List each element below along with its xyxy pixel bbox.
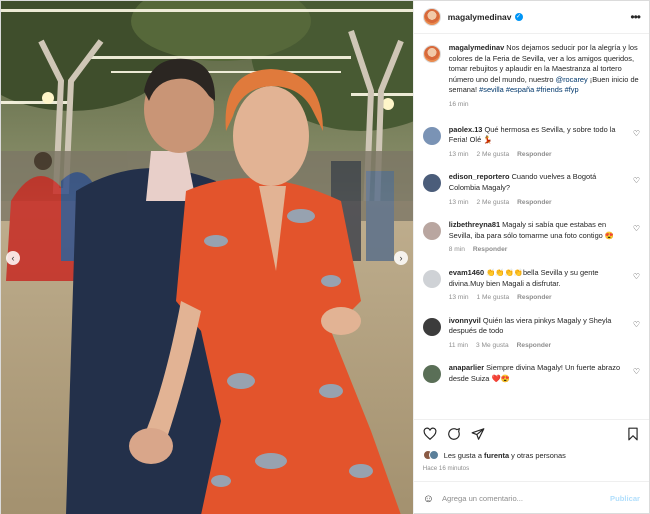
commenter-avatar[interactable] bbox=[422, 317, 441, 336]
reply-button[interactable]: Responder bbox=[517, 294, 551, 301]
commenter-avatar[interactable] bbox=[422, 269, 441, 288]
comments-list[interactable]: magalymedinav Nos dejamos seducir por la… bbox=[414, 34, 649, 419]
comment-item: evam1460 👏👏👏👏bella Sevilla y su gente di… bbox=[422, 268, 640, 304]
author-username[interactable]: magalymedinav bbox=[448, 12, 512, 22]
post-caption: magalymedinav Nos dejamos seducir por la… bbox=[422, 43, 640, 111]
comment-like-heart-icon[interactable]: ♡ bbox=[633, 129, 640, 138]
comment-username[interactable]: anaparlier bbox=[449, 363, 484, 372]
emoji-icon[interactable]: ☺ bbox=[423, 493, 434, 505]
comment-time: 8 min bbox=[448, 246, 465, 254]
comment-username[interactable]: lizbethreyna81 bbox=[449, 220, 500, 229]
comment-username[interactable]: edison_reportero bbox=[449, 172, 510, 181]
comment-input[interactable]: Agrega un comentario... bbox=[442, 494, 610, 503]
likes-text-1: Les gusta a bbox=[443, 450, 485, 460]
comment-item: ivonnyvil Quién las viera pinkys Magaly … bbox=[422, 316, 640, 352]
comment-username[interactable]: ivonnyvil bbox=[449, 316, 481, 325]
comment-item: lizbethreyna81 Magaly si sabía que estab… bbox=[422, 220, 640, 256]
comment-username[interactable]: evam1460 bbox=[449, 268, 484, 277]
heart-icon[interactable] bbox=[423, 427, 437, 441]
verified-icon: ✓ bbox=[514, 13, 523, 21]
comment-time: 13 min bbox=[448, 150, 469, 158]
post-header: magalymedinav ✓ ••• bbox=[413, 1, 649, 34]
comment-likes[interactable]: 3 Me gusta bbox=[476, 342, 509, 349]
share-icon[interactable] bbox=[471, 427, 485, 441]
publish-button[interactable]: Publicar bbox=[610, 494, 640, 503]
chevron-left-icon: ‹ bbox=[11, 253, 15, 263]
commenter-avatar[interactable] bbox=[422, 174, 441, 193]
comment-like-heart-icon[interactable]: ♡ bbox=[633, 176, 640, 185]
comment-like-heart-icon[interactable]: ♡ bbox=[633, 272, 640, 281]
comment-item: anaparlier Siempre divina Magaly! Un fue… bbox=[422, 363, 640, 384]
caption-hashtags[interactable]: #sevilla #españa #friends #fyp bbox=[479, 85, 578, 94]
comment-item: paolex.13 Qué hermosa es Sevilla, y sobr… bbox=[422, 125, 640, 161]
likes-user[interactable]: furenta bbox=[484, 451, 509, 460]
comment-likes[interactable]: 2 Me gusta bbox=[477, 151, 510, 158]
commenter-avatar[interactable] bbox=[422, 222, 441, 241]
bookmark-icon[interactable] bbox=[626, 427, 640, 441]
reply-button[interactable]: Responder bbox=[473, 246, 507, 253]
next-photo-button[interactable]: › bbox=[394, 251, 408, 265]
caption-username[interactable]: magalymedinav bbox=[449, 43, 504, 52]
instagram-post-modal: ‹ › magalymedinav ✓ ••• magalymedinav No… bbox=[0, 0, 650, 514]
previous-photo-button[interactable]: ‹ bbox=[6, 251, 20, 265]
add-comment-bar: ☺ Agrega un comentario... Publicar bbox=[413, 481, 649, 514]
caption-time: 16 min bbox=[448, 100, 469, 108]
comment-like-heart-icon[interactable]: ♡ bbox=[633, 320, 640, 329]
comment-likes[interactable]: 1 Me gusta bbox=[477, 294, 510, 301]
comment-icon[interactable] bbox=[447, 427, 461, 441]
commenter-avatar[interactable] bbox=[422, 126, 441, 145]
comment-username[interactable]: paolex.13 bbox=[449, 125, 483, 134]
post-side-panel: magalymedinav ✓ ••• magalymedinav Nos de… bbox=[412, 1, 649, 514]
comment-item: edison_reportero Cuando vuelves a Bogotá… bbox=[422, 172, 640, 208]
comment-time: 13 min bbox=[448, 198, 469, 206]
caption-mention[interactable]: @rocarey bbox=[556, 75, 588, 84]
comment-time: 11 min bbox=[448, 341, 469, 349]
post-photo[interactable]: ‹ › bbox=[1, 1, 413, 514]
reply-button[interactable]: Responder bbox=[517, 199, 551, 206]
reply-button[interactable]: Responder bbox=[517, 151, 551, 158]
chevron-right-icon: › bbox=[399, 253, 403, 263]
reply-button[interactable]: Responder bbox=[517, 342, 551, 349]
comment-like-heart-icon[interactable]: ♡ bbox=[633, 367, 640, 376]
photo-illustration bbox=[1, 1, 413, 514]
comment-time: 13 min bbox=[448, 294, 469, 302]
post-time-ago: Hace 16 minutos bbox=[422, 465, 470, 472]
author-avatar[interactable] bbox=[422, 8, 441, 26]
post-actions-bar bbox=[413, 419, 649, 447]
likes-summary[interactable]: Les gusta a furenta y otras personas bbox=[414, 447, 649, 463]
comment-like-heart-icon[interactable]: ♡ bbox=[633, 224, 640, 233]
comment-likes[interactable]: 2 Me gusta bbox=[477, 199, 510, 206]
caption-avatar[interactable] bbox=[422, 45, 441, 63]
likes-text-2: y otras personas bbox=[509, 450, 566, 460]
liker-avatar bbox=[428, 450, 439, 460]
commenter-avatar[interactable] bbox=[422, 365, 441, 384]
more-options-icon[interactable]: ••• bbox=[630, 10, 641, 24]
